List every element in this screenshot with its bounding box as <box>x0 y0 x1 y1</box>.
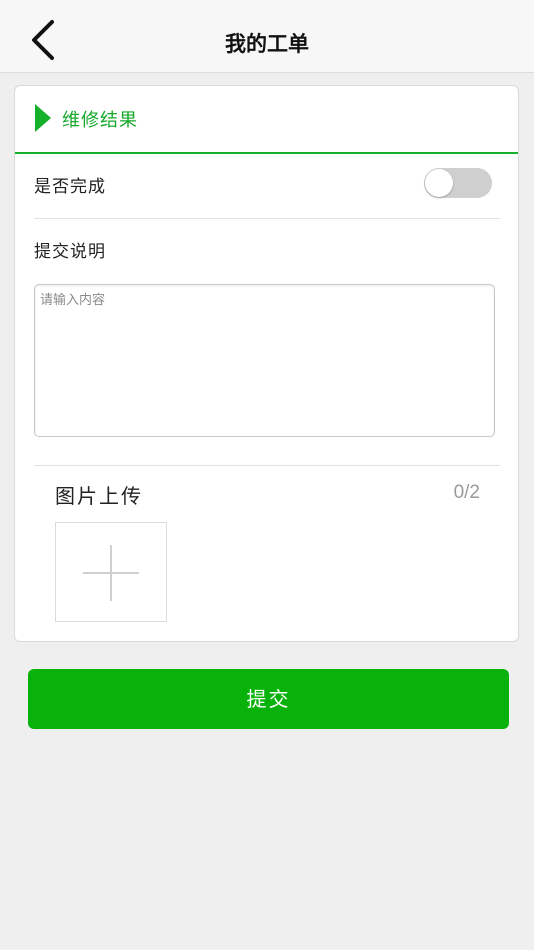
divider <box>34 465 500 466</box>
completed-toggle[interactable] <box>424 168 492 198</box>
completed-label: 是否完成 <box>34 177 106 197</box>
repair-result-card: 维修结果 是否完成 提交说明 图片上传 0/2 <box>14 85 519 642</box>
chevron-left-icon <box>32 20 54 60</box>
description-label: 提交说明 <box>34 242 106 262</box>
add-image-button[interactable] <box>55 522 167 622</box>
upload-count: 0/2 <box>453 482 480 503</box>
divider <box>34 218 500 219</box>
section-title: 维修结果 <box>62 110 138 131</box>
toggle-knob <box>425 169 453 197</box>
submit-button[interactable]: 提交 <box>28 669 509 729</box>
plus-icon-vertical <box>110 545 112 601</box>
section-header: 维修结果 <box>15 86 518 154</box>
page-title: 我的工单 <box>225 32 309 56</box>
back-button[interactable] <box>22 18 66 62</box>
triangle-right-icon <box>35 104 51 132</box>
upload-title: 图片上传 <box>55 484 143 508</box>
description-input[interactable] <box>34 284 495 437</box>
navigation-bar: 我的工单 <box>0 0 534 73</box>
